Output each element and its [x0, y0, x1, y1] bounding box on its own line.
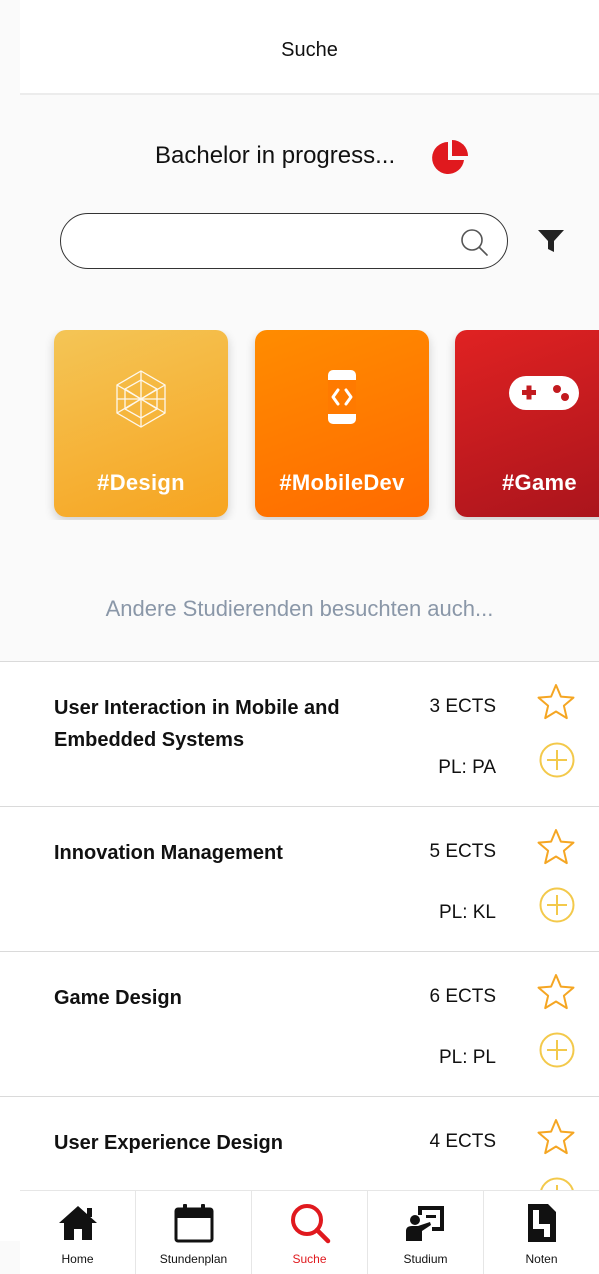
presentation-icon — [405, 1206, 444, 1241]
course-item[interactable]: Innovation Management 5 ECTS PL: KL — [0, 806, 599, 951]
star-icon[interactable] — [536, 972, 576, 1012]
tile-label: #Game — [502, 470, 577, 495]
tile-game[interactable]: #Game — [455, 330, 599, 517]
document-icon — [527, 1204, 556, 1242]
course-ects: 6 ECTS — [429, 986, 496, 1007]
nav-label: Studium — [403, 1252, 448, 1266]
gamepad-icon — [509, 376, 579, 410]
progress-row: Bachelor in progress... — [0, 138, 599, 178]
app-header: Suche — [20, 0, 599, 95]
add-icon[interactable] — [538, 1031, 576, 1069]
course-list: User Interaction in Mobile and Embedded … — [0, 661, 599, 1241]
search-icon[interactable] — [458, 226, 490, 258]
course-name: User Experience Design — [54, 1132, 283, 1154]
nav-item-studium[interactable]: Studium — [368, 1191, 484, 1274]
hexagon-icon — [116, 370, 166, 428]
star-icon[interactable] — [536, 827, 576, 867]
nav-item-noten[interactable]: Noten — [484, 1191, 599, 1274]
course-name: Innovation Management — [54, 842, 283, 864]
page-title: Suche — [281, 39, 338, 61]
star-icon[interactable] — [536, 682, 576, 722]
nav-label: Suche — [292, 1252, 327, 1266]
nav-item-suche[interactable]: Suche — [252, 1191, 368, 1274]
search-box[interactable] — [60, 213, 508, 269]
star-icon[interactable] — [536, 1117, 576, 1157]
calendar-icon — [174, 1204, 213, 1243]
home-icon — [58, 1206, 97, 1240]
course-ects: 4 ECTS — [429, 1131, 496, 1152]
topic-tiles: #Design #MobileDev #Game — [0, 330, 599, 520]
course-ects: 5 ECTS — [429, 841, 496, 862]
course-item[interactable]: Game Design 6 ECTS PL: PL — [0, 951, 599, 1096]
filter-icon[interactable] — [537, 228, 565, 254]
add-icon[interactable] — [538, 741, 576, 779]
course-item[interactable]: User Interaction in Mobile and Embedded … — [0, 661, 599, 806]
bottom-nav: Home Stundenplan Suche Studium Noten — [20, 1190, 599, 1274]
course-exam-type: PL: KL — [438, 902, 496, 923]
mobile-code-icon — [328, 370, 356, 424]
tile-label: #Design — [97, 470, 185, 495]
nav-item-stundenplan[interactable]: Stundenplan — [136, 1191, 252, 1274]
search-input[interactable] — [83, 224, 453, 258]
pie-chart-icon[interactable] — [430, 138, 470, 178]
course-exam-type: PL: PL — [438, 1047, 496, 1068]
course-ects: 3 ECTS — [429, 696, 496, 717]
suggestions-title: Andere Studierenden besuchten auch... — [105, 596, 494, 621]
nav-label: Home — [61, 1252, 94, 1266]
course-name: Game Design — [54, 987, 182, 1009]
nav-label: Noten — [525, 1252, 558, 1266]
add-icon[interactable] — [538, 886, 576, 924]
tile-mobiledev[interactable]: #MobileDev — [255, 330, 429, 517]
course-name: User Interaction in Mobile and Embedded … — [54, 697, 340, 751]
tile-design[interactable]: #Design — [54, 330, 228, 517]
course-exam-type: PL: PA — [438, 757, 496, 778]
nav-label: Stundenplan — [159, 1252, 228, 1266]
progress-text: Bachelor in progress... — [155, 142, 396, 169]
nav-item-home[interactable]: Home — [20, 1191, 136, 1274]
tile-label: #MobileDev — [279, 470, 405, 495]
search-icon — [290, 1204, 330, 1244]
